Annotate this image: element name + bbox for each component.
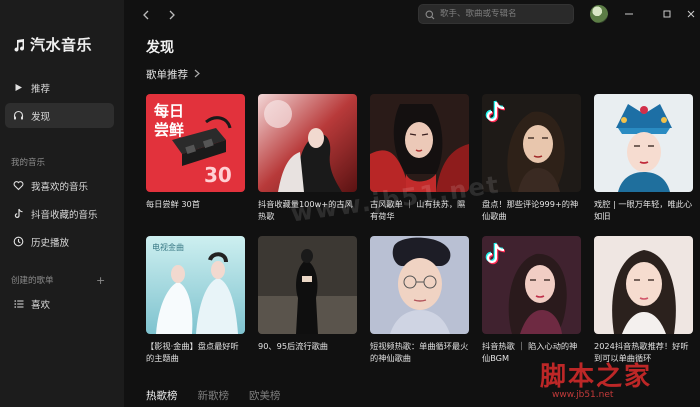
add-playlist-icon[interactable]: + [96, 274, 105, 287]
watermark-site: 脚本之家 [540, 362, 653, 392]
sidebar-item-history[interactable]: 历史播放 [5, 229, 114, 254]
watermark-url: www.jb51.net [552, 390, 614, 400]
search-box[interactable] [418, 4, 574, 24]
playlist-card[interactable]: 抖音热歌 ｜ 陷入心动的神仙BGM [482, 236, 581, 364]
playlist-title: 短视频热歌：单曲循环最火的神仙歌曲 [370, 341, 469, 363]
close-icon[interactable] [684, 7, 698, 21]
music-note-icon [14, 38, 25, 52]
sidebar-item-discover[interactable]: 发现 [5, 103, 114, 128]
playlist-recommend-header[interactable]: 歌单推荐 [146, 67, 200, 82]
sidebar: 汽水音乐 推荐 发现 我的音乐 我喜欢的音乐 抖音收藏的音乐 历史播放 创建的歌… [0, 0, 124, 407]
cover-text-daily: 每日 [154, 102, 184, 120]
created-playlists-label: 创建的歌单 [11, 276, 54, 286]
app-name: 汽水音乐 [30, 36, 93, 54]
back-icon[interactable] [140, 8, 152, 22]
headphones-icon [13, 110, 24, 121]
sidebar-item-liked-music[interactable]: 我喜欢的音乐 [5, 173, 114, 198]
sidebar-item-label: 发现 [31, 111, 51, 123]
sidebar-item-label: 喜欢 [31, 299, 51, 311]
playlist-card[interactable]: 电视金曲 【影视·金曲】盘点最好听的主题曲 [146, 236, 245, 364]
playlist-cover[interactable] [594, 94, 693, 192]
avatar[interactable] [590, 5, 608, 23]
playlist-title: 【影视·金曲】盘点最好听的主题曲 [146, 341, 239, 363]
sidebar-item-label: 我喜欢的音乐 [31, 181, 89, 193]
playlist-title: 戏腔 | 一眼万年轻，唯此心如旧 [594, 199, 693, 221]
playlist-card[interactable]: 90、95后流行歌曲 [258, 236, 357, 352]
playlist-card[interactable]: 盘点！那些评论999+的神仙歌曲 [482, 94, 581, 222]
tiktok-icon [13, 208, 24, 219]
playlist-cover[interactable] [258, 236, 357, 334]
search-input[interactable] [440, 9, 570, 19]
tab-hot-songs[interactable]: 热歌榜 [146, 388, 178, 403]
playlist-card[interactable]: 2024抖音热歌推荐！好听到可以单曲循环 [594, 236, 693, 364]
playlist-cover[interactable]: 每日 尝鲜 30 [146, 94, 245, 192]
sidebar-item-favorites-playlist[interactable]: 喜欢 [5, 291, 114, 316]
cover-text-fresh: 尝鲜 [154, 121, 184, 139]
chevron-right-icon [194, 69, 200, 81]
tab-new-songs[interactable]: 新歌榜 [198, 388, 230, 403]
app-logo: 汽水音乐 [12, 34, 92, 55]
list-icon [13, 298, 24, 309]
sidebar-item-recommend[interactable]: 推荐 [5, 75, 114, 100]
top-bar [124, 0, 700, 30]
playlist-title: 90、95后流行歌曲 [258, 341, 328, 351]
cover-number: 30 [204, 163, 232, 187]
playlist-title: 每日尝鲜 30首 [146, 199, 200, 209]
playlist-title: 盘点！那些评论999+的神仙歌曲 [482, 199, 579, 221]
minimize-icon[interactable] [622, 7, 636, 21]
sidebar-item-douyin-collection[interactable]: 抖音收藏的音乐 [5, 201, 114, 226]
clock-icon [13, 236, 24, 247]
tab-western[interactable]: 欧美榜 [249, 388, 281, 403]
my-music-label: 我的音乐 [11, 158, 46, 168]
maximize-icon[interactable] [660, 7, 674, 21]
forward-icon[interactable] [166, 8, 178, 22]
sidebar-item-label: 抖音收藏的音乐 [31, 209, 98, 221]
playlist-cover[interactable] [258, 94, 357, 192]
page-title: 发现 [146, 40, 174, 56]
ranking-tabs: 热歌榜 新歌榜 欧美榜 [146, 388, 281, 403]
sidebar-item-label: 历史播放 [31, 237, 70, 249]
search-icon [425, 5, 435, 24]
playlist-cover[interactable] [370, 236, 469, 334]
sidebar-item-label: 推荐 [31, 83, 51, 95]
playlist-cover[interactable]: 电视金曲 [146, 236, 245, 334]
cover-caption: 电视金曲 [152, 242, 184, 252]
playlist-card[interactable]: 每日 尝鲜 30 每日尝鲜 30首 [146, 94, 245, 210]
heart-icon [13, 180, 24, 191]
playlist-card[interactable]: 戏腔 | 一眼万年轻，唯此心如旧 [594, 94, 693, 222]
section-title: 歌单推荐 [146, 69, 188, 81]
playlist-cover[interactable] [482, 236, 581, 334]
playlist-card[interactable]: 短视频热歌：单曲循环最火的神仙歌曲 [370, 236, 469, 364]
play-icon [13, 82, 24, 93]
playlist-cover[interactable] [594, 236, 693, 334]
